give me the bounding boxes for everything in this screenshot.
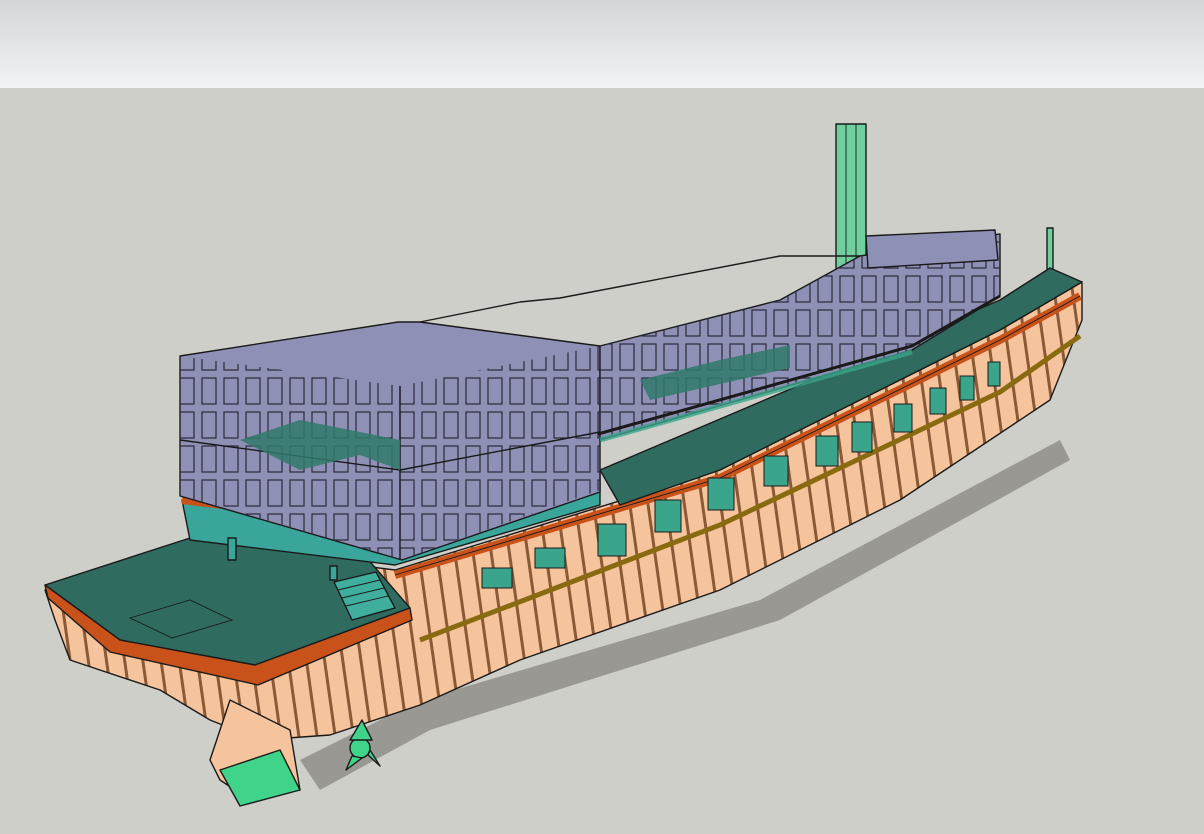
ship-model[interactable] [0,0,1204,834]
deck-post [329,565,338,581]
model-viewport[interactable] [0,0,1204,834]
smokestack [835,123,867,270]
bow-mast [1046,227,1054,273]
deck-post [227,537,237,561]
